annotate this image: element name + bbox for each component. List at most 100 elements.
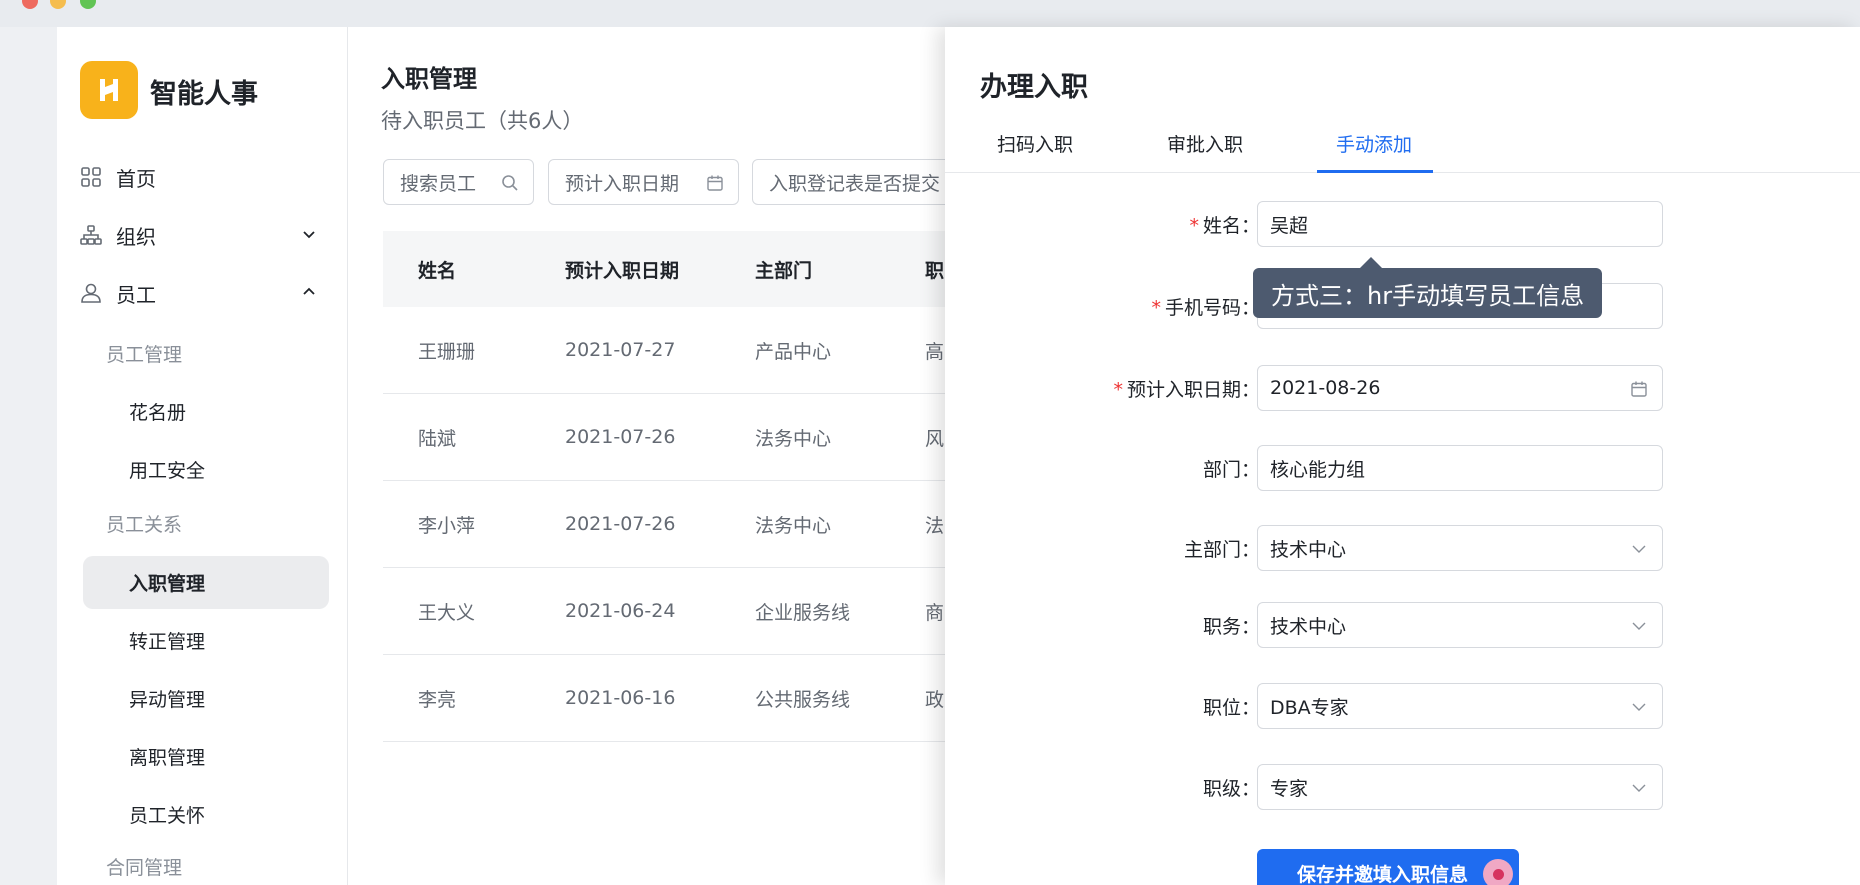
cell-dept: 企业服务线 [755, 601, 851, 624]
tab-manual[interactable]: 手动添加 [1336, 130, 1412, 157]
column-header-date[interactable]: 预计入职日期 [565, 256, 679, 283]
date-filter-placeholder: 预计入职日期 [565, 172, 680, 195]
table-row[interactable]: 陆斌 2021-07-26 法务中心 风 [383, 394, 948, 481]
chevron-down-icon [1632, 622, 1646, 630]
app-logo [80, 61, 138, 119]
sidebar-item-staff[interactable]: 员工 [80, 273, 325, 313]
left-gutter [0, 27, 57, 885]
logo-h-icon [100, 79, 118, 101]
search-input[interactable]: 搜索员工 [383, 159, 534, 205]
page-subtitle: 待入职员工（共6人） [381, 109, 584, 133]
grid-icon [81, 167, 101, 187]
cell-name: 陆斌 [418, 427, 457, 450]
chevron-down-icon [1632, 703, 1646, 711]
form-row-main-dept: 主部门： 技术中心 [945, 525, 1860, 571]
cell-date: 2021-06-16 [565, 687, 676, 709]
name-field[interactable]: 吴超 [1257, 201, 1663, 247]
nav-group-staff-relation[interactable]: 员工关系 [106, 510, 182, 537]
date-value: 2021-08-26 [1270, 377, 1381, 399]
drawer-tabs: 扫码入职 审批入职 手动添加 [945, 127, 1860, 173]
sidebar-item-roster[interactable]: 花名册 [83, 385, 329, 438]
cell-name: 李亮 [418, 688, 457, 711]
name-label-text: 姓名： [1202, 215, 1260, 237]
date-filter[interactable]: 预计入职日期 [548, 159, 739, 205]
search-placeholder: 搜索员工 [400, 172, 477, 195]
duty-value: 技术中心 [1270, 615, 1347, 638]
sidebar-item-org[interactable]: 组织 [80, 215, 325, 255]
form-row-level: 职级： 专家 [945, 764, 1860, 810]
sidebar-item-safety[interactable]: 用工安全 [83, 443, 329, 496]
onboard-date-field[interactable]: 2021-08-26 [1257, 365, 1663, 411]
chevron-down-icon [303, 231, 315, 239]
dept-value: 核心能力组 [1270, 458, 1366, 481]
dept-field[interactable]: 核心能力组 [1257, 445, 1663, 491]
position-label: 职位： [1202, 697, 1260, 719]
main-content: 入职管理 待入职员工（共6人） 搜索员工 预计入职日期 入职登记表是否提交 姓名… [348, 27, 952, 885]
sidebar-item-home[interactable]: 首页 [80, 157, 325, 197]
sidebar-item-transfer[interactable]: 异动管理 [83, 672, 329, 725]
sidebar-item-care[interactable]: 员工关怀 [83, 788, 329, 841]
onboarding-table: 姓名 预计入职日期 主部门 职 王珊珊 2021-07-27 产品中心 高 陆斌… [383, 231, 948, 742]
table-row[interactable]: 王大义 2021-06-24 企业服务线 商 [383, 568, 948, 655]
cell-dept: 公共服务线 [755, 688, 851, 711]
guide-tooltip: 方式三：hr手动填写员工信息 [1253, 268, 1603, 318]
sidebar: 智能人事 首页 组织 员工 员工管理 花名册 用工安全 员工关系 入职管理 转正… [57, 27, 348, 885]
date-label: * 预计入职日期： [1113, 375, 1260, 402]
form-submitted-filter[interactable]: 入职登记表是否提交 [752, 159, 952, 205]
column-header-dept[interactable]: 主部门 [755, 256, 812, 283]
sidebar-item-onboarding[interactable]: 入职管理 [83, 556, 329, 609]
table-row[interactable]: 王珊珊 2021-07-27 产品中心 高 [383, 307, 948, 394]
nav-group-contract[interactable]: 合同管理 [106, 853, 182, 880]
table-header: 姓名 预计入职日期 主部门 职 [383, 231, 948, 307]
maximize-window-button[interactable] [80, 0, 96, 9]
search-icon [502, 175, 518, 191]
sidebar-item-label: 员工 [116, 282, 156, 307]
cell-date: 2021-06-24 [565, 600, 676, 622]
form-row-duty: 职务： 技术中心 [945, 602, 1860, 648]
duty-select[interactable]: 技术中心 [1257, 602, 1663, 648]
save-and-invite-label: 保存并邀填入职信息 [1297, 863, 1469, 885]
cell-date: 2021-07-27 [565, 339, 676, 361]
position-value: DBA专家 [1270, 696, 1349, 719]
cell-dept: 产品中心 [755, 340, 832, 363]
main-dept-value: 技术中心 [1270, 538, 1347, 561]
cell-date: 2021-07-26 [565, 426, 676, 448]
sidebar-item-leave[interactable]: 离职管理 [83, 730, 329, 783]
sidebar-item-regular[interactable]: 转正管理 [83, 614, 329, 667]
name-label: * 姓名： [1189, 211, 1260, 238]
drawer-title: 办理入职 [980, 72, 1088, 103]
table-row[interactable]: 李小萍 2021-07-26 法务中心 法 [383, 481, 948, 568]
nav-group-staff-mgmt[interactable]: 员工管理 [106, 340, 182, 367]
save-and-invite-button[interactable]: 保存并邀填入职信息 [1257, 849, 1519, 885]
level-select[interactable]: 专家 [1257, 764, 1663, 810]
calendar-icon [707, 175, 723, 191]
phone-label: * 手机号码： [1151, 293, 1260, 320]
name-value: 吴超 [1270, 214, 1309, 237]
click-indicator-core [1492, 868, 1504, 880]
level-label: 职级： [1202, 778, 1260, 800]
page-title: 入职管理 [381, 65, 477, 93]
required-mark: * [1151, 297, 1161, 319]
active-tab-indicator [1317, 170, 1433, 173]
tab-approval[interactable]: 审批入职 [1167, 130, 1243, 157]
required-mark: * [1113, 379, 1123, 401]
close-window-button[interactable] [22, 0, 38, 9]
required-mark: * [1189, 215, 1199, 237]
onboarding-drawer: 办理入职 扫码入职 审批入职 手动添加 * 姓名： 吴超 * 手机号码： * 预计入职… [945, 27, 1860, 885]
column-header-name[interactable]: 姓名 [418, 256, 456, 283]
table-row[interactable]: 李亮 2021-06-16 公共服务线 政 [383, 655, 948, 742]
main-dept-label: 主部门： [1183, 539, 1260, 561]
minimize-window-button[interactable] [50, 0, 66, 9]
user-icon [81, 283, 101, 303]
main-dept-select[interactable]: 技术中心 [1257, 525, 1663, 571]
sidebar-item-label: 首页 [116, 166, 156, 191]
duty-label: 职务： [1202, 616, 1260, 638]
date-label-text: 预计入职日期： [1126, 379, 1260, 401]
cell-name: 王大义 [418, 601, 476, 624]
position-select[interactable]: DBA专家 [1257, 683, 1663, 729]
form-row-dept: 部门： 核心能力组 [945, 445, 1860, 491]
dept-label: 部门： [1202, 459, 1260, 481]
brand-name: 智能人事 [150, 79, 258, 110]
app: 智能人事 首页 组织 员工 员工管理 花名册 用工安全 员工关系 入职管理 转正… [0, 27, 1860, 885]
tab-scan[interactable]: 扫码入职 [997, 130, 1073, 157]
